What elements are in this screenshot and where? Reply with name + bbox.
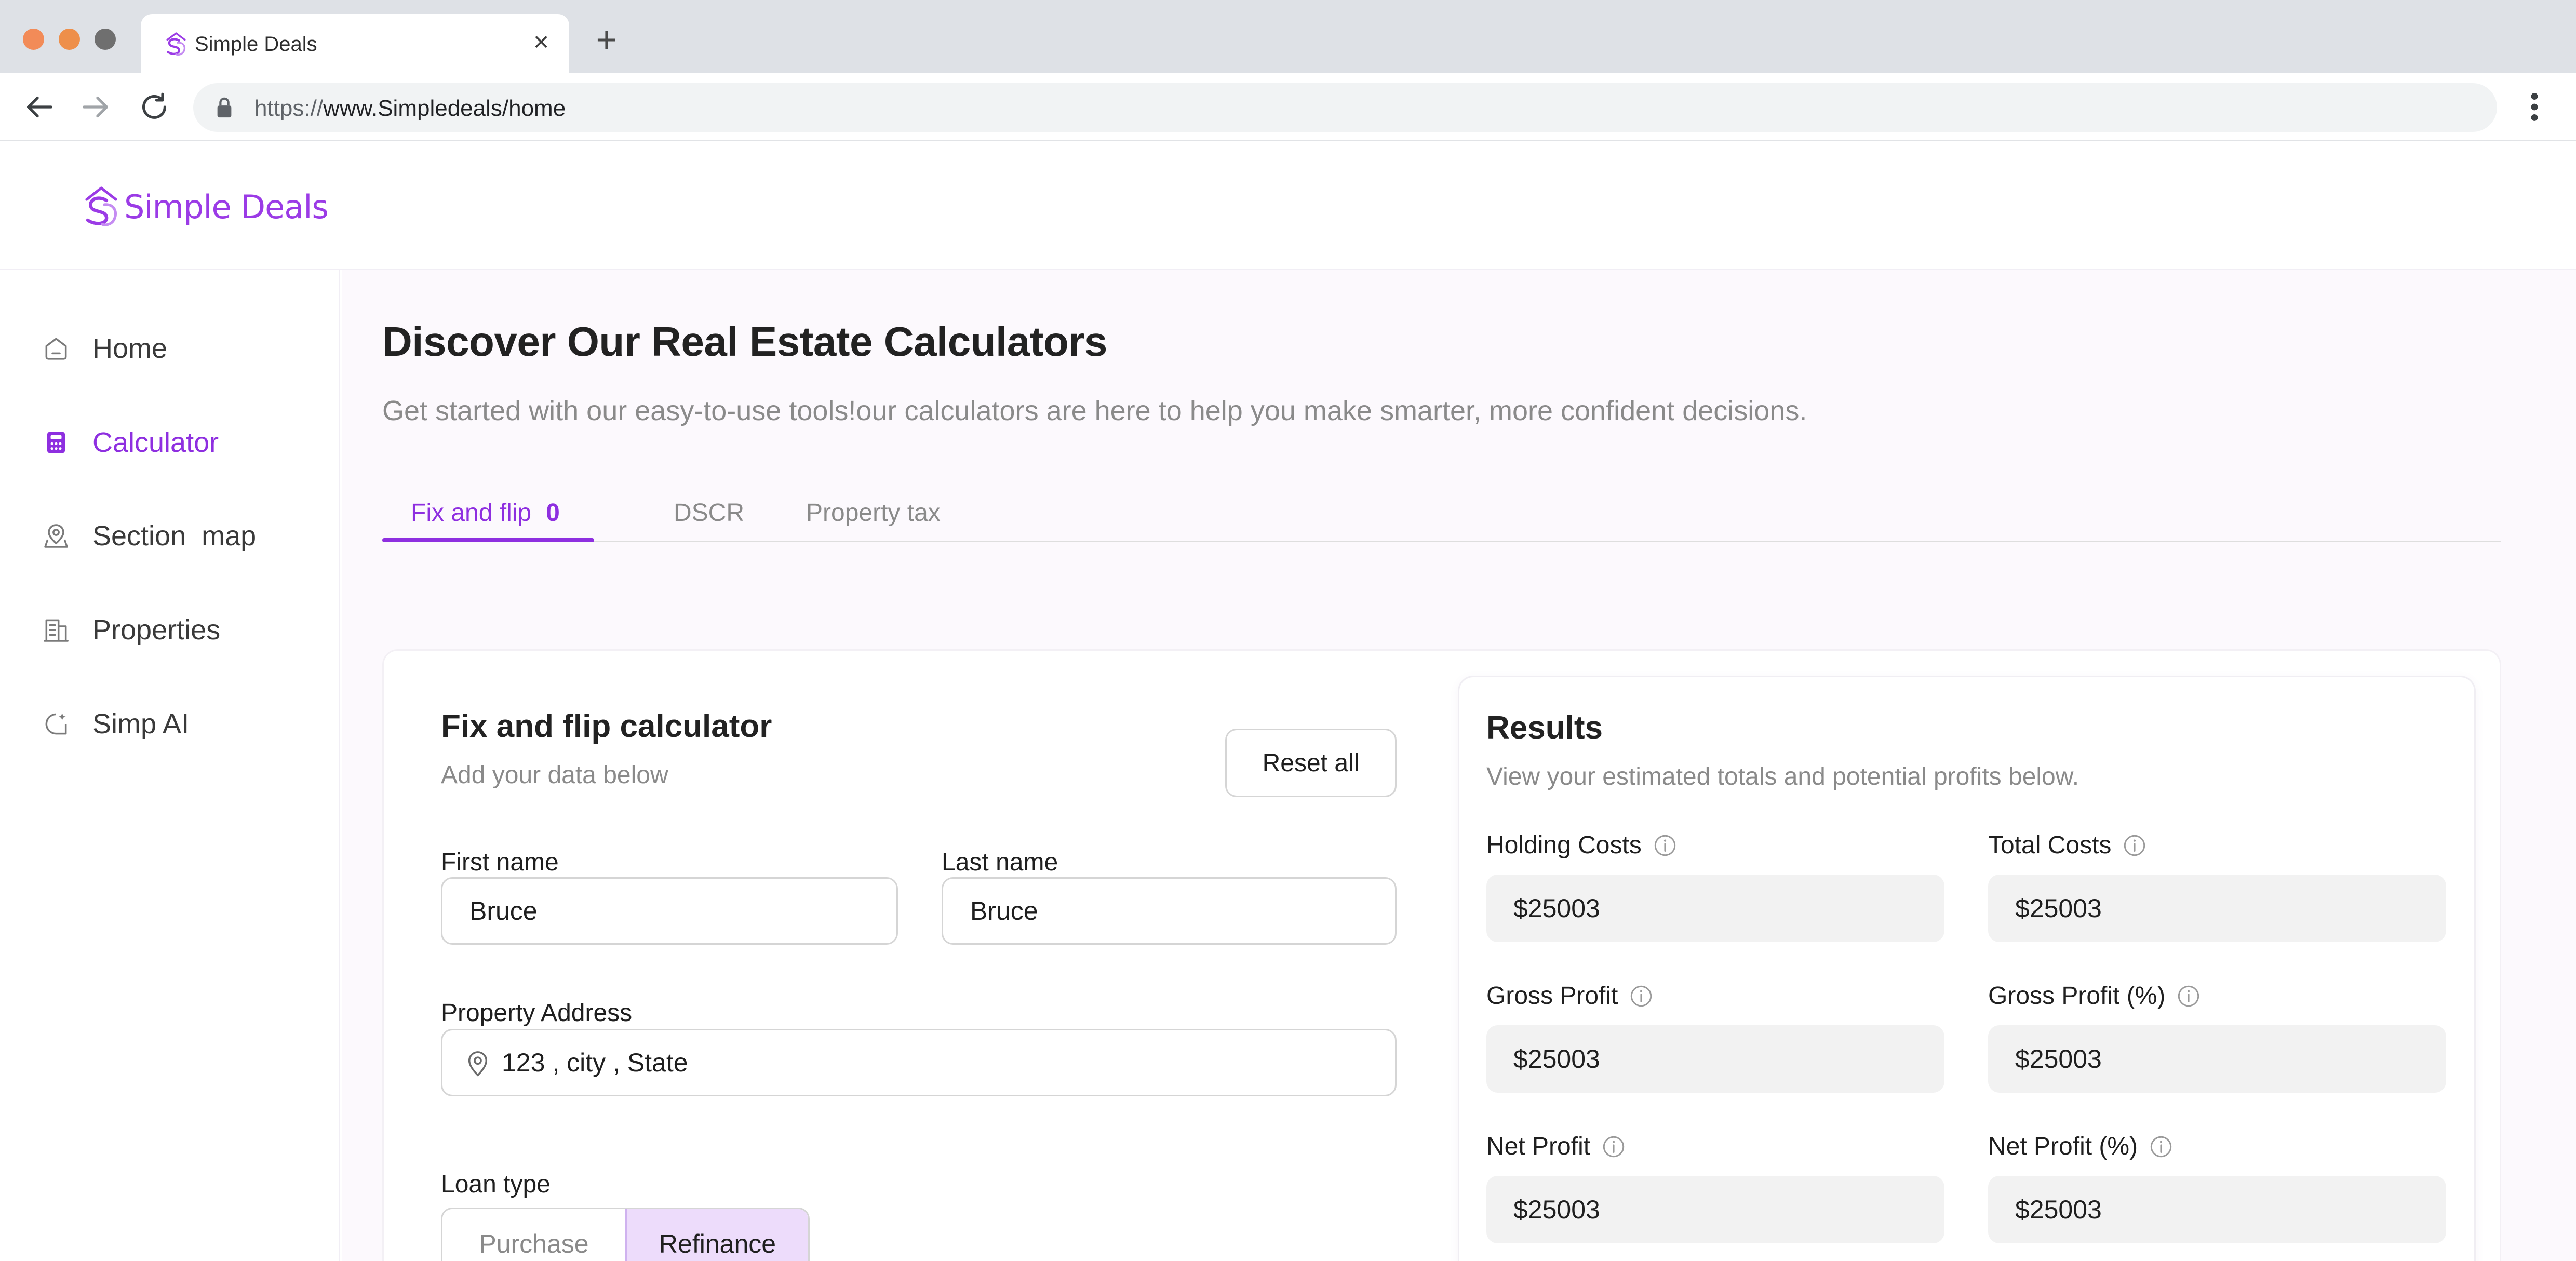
tab-count-badge: 0 bbox=[546, 499, 560, 527]
reload-icon[interactable] bbox=[136, 89, 172, 125]
back-arrow-icon[interactable] bbox=[21, 89, 57, 125]
info-icon[interactable] bbox=[1601, 1134, 1627, 1160]
map-pin-icon bbox=[44, 524, 68, 548]
logo[interactable]: Simple Deals bbox=[81, 181, 329, 233]
sidebar-item-label: Calculator bbox=[92, 427, 219, 458]
ai-chat-icon bbox=[45, 713, 67, 735]
window-close-button[interactable] bbox=[23, 29, 44, 50]
results-subtitle: View your estimated totals and potential… bbox=[1486, 763, 2079, 790]
info-icon[interactable] bbox=[1652, 833, 1678, 858]
browser-tab-title: Simple Deals bbox=[195, 33, 317, 56]
gross-profit-percent-label: Gross Profit (%) bbox=[1988, 982, 2202, 1010]
holding-costs-label: Holding Costs bbox=[1486, 831, 1678, 860]
app-header: Simple Deals bbox=[0, 141, 2576, 270]
logo-text: Simple Deals bbox=[124, 187, 329, 226]
sidebar-item-label: Section map bbox=[92, 520, 257, 552]
active-tab-indicator bbox=[382, 538, 594, 542]
gross-profit-label: Gross Profit bbox=[1486, 982, 1654, 1010]
net-profit-value: $25003 bbox=[1486, 1176, 1944, 1243]
total-costs-label: Total Costs bbox=[1988, 831, 2148, 860]
tab-property-tax[interactable]: Property tax bbox=[806, 499, 941, 542]
sidebar-item-calculator[interactable]: Calculator bbox=[42, 419, 332, 466]
browser-toolbar: https://www.Simpledeals/home bbox=[0, 73, 2576, 141]
sidebar-item-label: Properties bbox=[92, 614, 221, 646]
loan-type-purchase-button[interactable]: Purchase bbox=[442, 1209, 625, 1261]
home-icon bbox=[45, 338, 67, 360]
window-minimize-button[interactable] bbox=[59, 29, 80, 50]
calculator-card: Fix and flip calculator Add your data be… bbox=[382, 649, 2501, 1261]
first-name-label: First name bbox=[441, 849, 559, 876]
simple-deals-logo-icon bbox=[85, 186, 117, 226]
results-title: Results bbox=[1486, 710, 1603, 746]
net-profit-percent-value: $25003 bbox=[1988, 1176, 2446, 1243]
location-pin-icon bbox=[468, 1051, 488, 1077]
form-title: Fix and flip calculator bbox=[441, 708, 772, 744]
url-text: https://www.Simpledeals/home bbox=[254, 96, 566, 121]
lock-icon bbox=[217, 97, 232, 118]
sidebar-item-section-map[interactable]: Section map bbox=[42, 513, 332, 559]
property-address-input[interactable] bbox=[502, 1030, 1385, 1095]
first-name-input[interactable] bbox=[441, 877, 898, 945]
reset-all-button[interactable]: Reset all bbox=[1225, 729, 1397, 797]
info-icon[interactable] bbox=[2176, 983, 2202, 1009]
sidebar-item-home[interactable]: Home bbox=[42, 325, 332, 372]
loan-type-refinance-button[interactable]: Refinance bbox=[625, 1209, 808, 1261]
net-profit-label: Net Profit bbox=[1486, 1132, 1627, 1161]
tab-fix-and-flip[interactable]: Fix and flip 0 bbox=[411, 499, 560, 542]
results-panel: Results View your estimated totals and p… bbox=[1458, 676, 2476, 1261]
last-name-label: Last name bbox=[942, 849, 1058, 876]
info-icon[interactable] bbox=[2148, 1134, 2174, 1160]
browser-tab-bar: Simple Deals × + bbox=[0, 0, 2576, 73]
main-content: Discover Our Real Estate Calculators Get… bbox=[342, 270, 2576, 1261]
holding-costs-value: $25003 bbox=[1486, 875, 1944, 942]
forward-arrow-icon[interactable] bbox=[78, 89, 114, 125]
kebab-menu-icon[interactable] bbox=[2524, 89, 2545, 125]
last-name-input[interactable] bbox=[942, 877, 1397, 945]
tab-label: Fix and flip bbox=[411, 499, 532, 527]
tab-close-icon[interactable]: × bbox=[526, 26, 557, 58]
new-tab-plus-icon[interactable]: + bbox=[591, 21, 622, 58]
property-address-field[interactable] bbox=[441, 1029, 1397, 1096]
sidebar-item-simp-ai[interactable]: Simp AI bbox=[42, 701, 332, 747]
info-icon[interactable] bbox=[2122, 833, 2148, 858]
building-icon bbox=[44, 619, 69, 642]
simple-deals-favicon-icon bbox=[166, 32, 186, 56]
browser-tab[interactable]: Simple Deals × bbox=[141, 14, 569, 73]
calculator-tabs: Fix and flip 0 DSCR Property tax bbox=[382, 499, 2501, 542]
sidebar-item-label: Simp AI bbox=[92, 708, 190, 740]
net-profit-percent-label: Net Profit (%) bbox=[1988, 1132, 2174, 1161]
sidebar-item-label: Home bbox=[92, 333, 168, 364]
form-subtitle: Add your data below bbox=[441, 761, 668, 789]
sidebar: Home Calculator Section map Properties S… bbox=[0, 270, 340, 1261]
property-address-label: Property Address bbox=[441, 999, 633, 1027]
sidebar-item-properties[interactable]: Properties bbox=[42, 607, 332, 653]
calculator-icon bbox=[47, 432, 65, 453]
page-subtitle: Get started with our easy-to-use tools!o… bbox=[382, 395, 1807, 426]
gross-profit-percent-value: $25003 bbox=[1988, 1025, 2446, 1093]
address-bar[interactable]: https://www.Simpledeals/home bbox=[193, 83, 2497, 132]
gross-profit-value: $25003 bbox=[1486, 1025, 1944, 1093]
tab-dscr[interactable]: DSCR bbox=[674, 499, 744, 542]
info-icon[interactable] bbox=[1628, 983, 1654, 1009]
page-title: Discover Our Real Estate Calculators bbox=[382, 318, 1107, 365]
total-costs-value: $25003 bbox=[1988, 875, 2446, 942]
loan-type-toggle: Purchase Refinance bbox=[441, 1208, 810, 1261]
loan-type-label: Loan type bbox=[441, 1171, 551, 1198]
window-maximize-button[interactable] bbox=[95, 29, 116, 50]
